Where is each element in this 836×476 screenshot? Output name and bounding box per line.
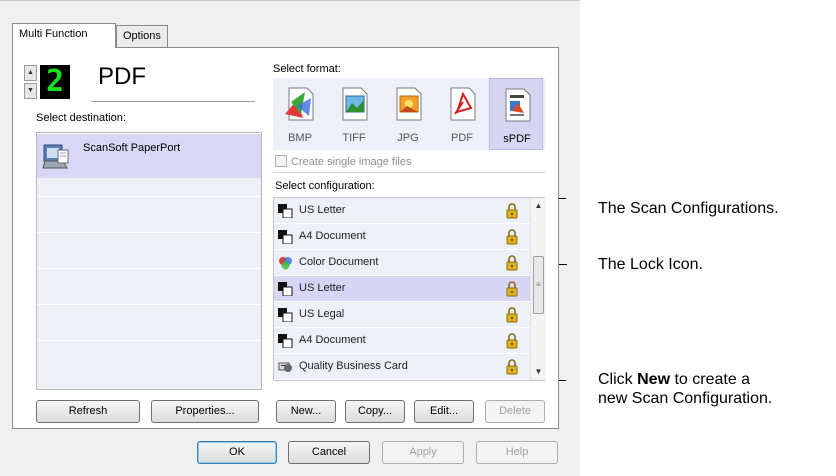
- format-label: JPG: [397, 132, 419, 144]
- format-label: TIFF: [342, 132, 366, 144]
- config-scrollbar[interactable]: ▲ ≡ ▼: [530, 198, 545, 380]
- config-item[interactable]: Color Document: [274, 250, 530, 276]
- select-configuration-label: Select configuration:: [275, 180, 375, 192]
- black-white-doc-icon: [278, 334, 293, 348]
- spin-down-button[interactable]: ▼: [24, 83, 37, 99]
- callout-new-line2: new Scan Configuration.: [598, 390, 773, 407]
- config-item[interactable]: A4 Document: [274, 328, 530, 354]
- pdf-format-icon: [450, 87, 476, 121]
- config-label: US Legal: [299, 308, 345, 320]
- destination-label: ScanSoft PaperPort: [83, 142, 181, 154]
- callout-scan-configurations: The Scan Configurations.: [598, 200, 779, 217]
- black-white-doc-icon: [278, 308, 293, 322]
- help-button[interactable]: Help: [476, 441, 558, 464]
- black-white-doc-icon: [278, 204, 293, 218]
- lock-icon: [506, 333, 518, 349]
- format-divider: [273, 172, 545, 173]
- format-tiff[interactable]: TIFF: [327, 78, 381, 150]
- destination-empty-row: [37, 232, 261, 268]
- card-icon: [278, 362, 292, 372]
- config-label: Color Document: [299, 256, 379, 268]
- black-white-doc-icon: [278, 230, 293, 244]
- edit-button[interactable]: Edit...: [414, 400, 474, 423]
- config-item[interactable]: Quality Business Card: [274, 354, 530, 380]
- format-spdf[interactable]: sPDF: [489, 78, 543, 150]
- format-pdf[interactable]: PDF: [435, 78, 489, 150]
- delete-button[interactable]: Delete: [485, 400, 545, 423]
- lock-icon: [506, 307, 518, 323]
- format-name-divider: [91, 101, 255, 102]
- format-label: PDF: [451, 132, 473, 144]
- scroll-down-arrow-icon[interactable]: ▼: [531, 364, 546, 380]
- destination-item[interactable]: ScanSoft PaperPort: [37, 133, 261, 178]
- refresh-button[interactable]: Refresh: [36, 400, 140, 423]
- config-label: US Letter: [299, 204, 346, 216]
- configuration-list[interactable]: US Letter A4 Document Color Document US …: [273, 197, 545, 381]
- config-item-selected[interactable]: US Letter: [274, 276, 530, 302]
- config-label: Quality Business Card: [299, 360, 408, 372]
- config-number-spinner[interactable]: ▲ ▼ 2: [24, 63, 86, 101]
- spin-up-button[interactable]: ▲: [24, 65, 37, 81]
- config-label: US Letter: [299, 282, 346, 294]
- new-button[interactable]: New...: [276, 400, 336, 423]
- tiff-format-icon: [342, 87, 368, 121]
- callout-lock-icon: The Lock Icon.: [598, 256, 703, 273]
- jpg-format-icon: [396, 87, 422, 121]
- format-bmp[interactable]: BMP: [273, 78, 327, 150]
- callout-new-configuration: Click New to create a new Scan Configura…: [598, 370, 772, 408]
- lock-icon: [506, 255, 518, 271]
- bmp-format-icon: [285, 87, 314, 121]
- lock-icon: [506, 281, 518, 297]
- destination-empty-row: [37, 196, 261, 232]
- config-item[interactable]: A4 Document: [274, 224, 530, 250]
- scrollbar-thumb[interactable]: ≡: [533, 256, 544, 314]
- tab-multi-function[interactable]: Multi Function: [12, 23, 116, 48]
- config-label: A4 Document: [299, 230, 366, 242]
- single-image-checkbox[interactable]: [275, 155, 287, 167]
- spdf-format-icon: [505, 88, 531, 122]
- black-white-doc-icon: [278, 282, 293, 296]
- destination-list[interactable]: ScanSoft PaperPort: [36, 132, 262, 390]
- lock-icon: [506, 203, 518, 219]
- properties-button[interactable]: Properties...: [151, 400, 259, 423]
- cancel-button[interactable]: Cancel: [288, 441, 370, 464]
- ok-button[interactable]: OK: [197, 441, 277, 464]
- destination-empty-row: [37, 340, 261, 376]
- select-format-label: Select format:: [273, 63, 341, 75]
- single-image-label: Create single image files: [291, 156, 412, 168]
- destination-empty-row: [37, 304, 261, 340]
- callout-new-bold: New: [637, 371, 671, 388]
- lock-icon: [506, 229, 518, 245]
- format-label: sPDF: [503, 133, 531, 145]
- config-item[interactable]: US Legal: [274, 302, 530, 328]
- format-selector: BMP TIFF JPG PDF sPDF: [273, 78, 545, 150]
- select-destination-label: Select destination:: [36, 112, 126, 124]
- config-number-display: 2: [40, 65, 70, 99]
- format-jpg[interactable]: JPG: [381, 78, 435, 150]
- config-item[interactable]: US Letter: [274, 198, 530, 224]
- config-label: A4 Document: [299, 334, 366, 346]
- destination-empty-row: [37, 268, 261, 304]
- apply-button[interactable]: Apply: [382, 441, 464, 464]
- callout-new-prefix: Click: [598, 371, 638, 388]
- selected-format-name: PDF: [98, 63, 146, 90]
- paperport-icon: [42, 144, 69, 169]
- tab-options[interactable]: Options: [116, 25, 168, 47]
- callout-new-suffix: to create a: [670, 371, 751, 388]
- lock-icon: [506, 359, 518, 375]
- format-label: BMP: [288, 132, 312, 144]
- copy-button[interactable]: Copy...: [345, 400, 405, 423]
- color-doc-icon: [279, 257, 292, 270]
- single-image-option[interactable]: Create single image files: [275, 155, 411, 168]
- scroll-up-arrow-icon[interactable]: ▲: [531, 198, 546, 214]
- scanner-dialog: Multi Function Options ▲ ▼ 2 PDF Select …: [0, 0, 580, 476]
